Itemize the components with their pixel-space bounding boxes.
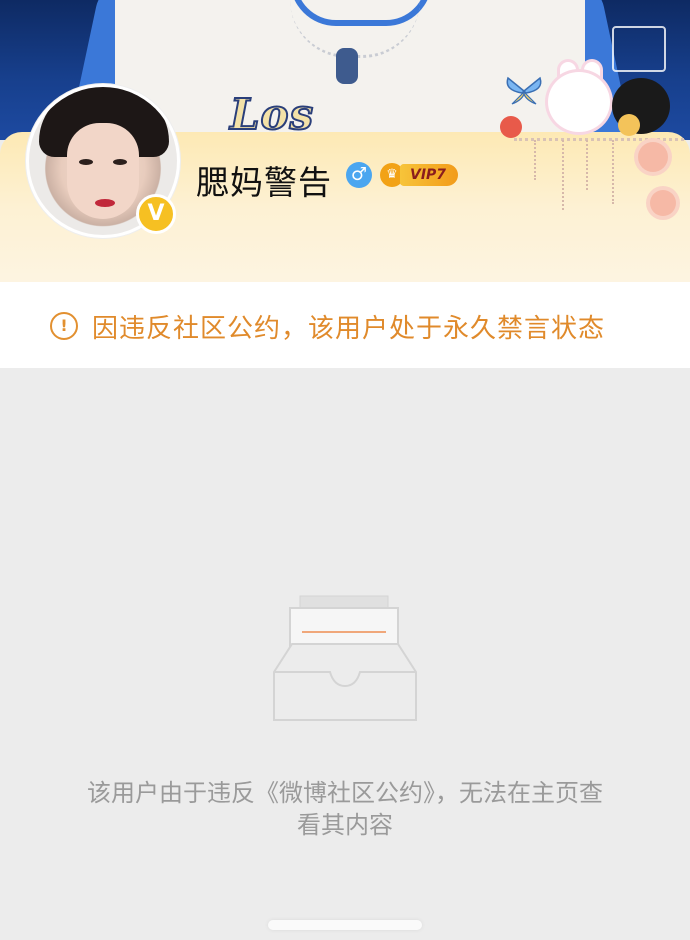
avatar-eye-right: [113, 159, 127, 165]
ban-notice-text: 因违反社区公约，该用户处于永久禁言状态: [92, 314, 606, 344]
butterfly-small-icon: [618, 114, 640, 136]
empty-inbox-icon: [273, 595, 417, 721]
profile-pendant-decoration: [500, 62, 690, 230]
rose-icon: [500, 116, 522, 138]
cover-pendant: [336, 48, 358, 84]
cover-phone-icon: [612, 26, 666, 72]
flower-icon: [638, 142, 668, 172]
pearl-strand: [534, 140, 536, 180]
flower-icon: [650, 190, 676, 216]
vip-level-label: VIP7: [400, 164, 459, 186]
home-indicator[interactable]: [268, 920, 422, 930]
avatar-lips: [95, 199, 115, 207]
pearl-strand: [586, 140, 588, 190]
butterfly-icon: [506, 76, 542, 105]
warning-circle-icon: !: [50, 312, 78, 340]
verified-badge-icon: V: [136, 194, 176, 234]
bunny-icon: [548, 72, 610, 132]
pearl-strand: [562, 140, 564, 210]
profile-username: 腮妈警告: [196, 163, 332, 202]
male-icon: ♂: [346, 162, 372, 188]
empty-state-message: 该用户由于违反《微博社区公约》，无法在主页查看其内容: [87, 779, 603, 839]
pearl-strand: [612, 140, 614, 204]
avatar-eye-left: [79, 159, 93, 165]
vip-badge[interactable]: ♛ VIP7: [380, 162, 459, 188]
